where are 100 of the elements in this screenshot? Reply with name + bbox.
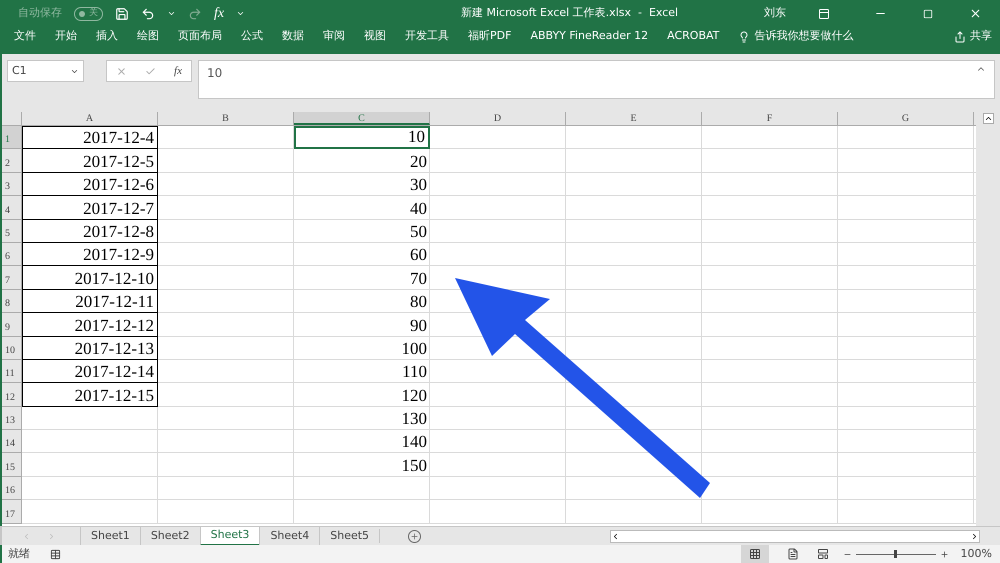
table-cell[interactable]: 2017-12-7 [22,196,158,220]
normal-view-icon[interactable] [748,548,761,560]
row-header[interactable]: 12 [2,383,22,407]
table-cell[interactable]: 110 [294,360,430,382]
close-icon[interactable] [969,7,982,20]
maximize-icon[interactable] [923,8,933,18]
scroll-right-icon[interactable] [970,532,979,540]
table-cell[interactable]: 20 [294,149,430,172]
table-cell[interactable]: 60 [294,242,430,266]
table-cell[interactable]: 40 [294,196,430,219]
row-header[interactable]: 15 [2,453,22,477]
column-header[interactable]: F [702,112,838,125]
ribbon-tab[interactable]: 文件 [14,28,36,45]
table-cell[interactable]: 2017-12-12 [22,313,158,337]
table-cell[interactable]: 120 [294,383,430,406]
table-cell[interactable]: 10 [294,126,430,150]
autosave-label: 自动保存 [18,5,62,22]
row-header[interactable]: 8 [2,290,22,314]
table-cell[interactable]: 2017-12-14 [22,360,158,384]
table-cell[interactable]: 150 [294,453,430,476]
share-button[interactable]: 共享 [954,28,992,45]
row-header[interactable]: 14 [2,430,22,454]
ribbon-tab[interactable]: 公式 [241,28,263,45]
function-icon[interactable]: fx [214,3,224,24]
page-break-icon[interactable] [816,548,829,560]
column-header[interactable]: G [838,112,974,125]
table-cell[interactable]: 90 [294,313,430,336]
zoom-slider-thumb[interactable] [894,550,898,558]
ribbon-tab[interactable]: 开始 [55,28,77,45]
table-cell[interactable]: 2017-12-8 [22,220,158,243]
undo-icon[interactable] [141,6,155,20]
ribbon-tab[interactable]: 福昕PDF [468,28,512,45]
row-header[interactable]: 11 [2,360,22,384]
scroll-left-icon[interactable] [611,532,620,540]
table-cell[interactable]: 140 [294,430,430,452]
table-cell[interactable]: 2017-12-6 [22,172,158,196]
column-header[interactable]: C [294,112,430,125]
ribbon-tab[interactable]: ABBYY FineReader 12 [530,28,648,45]
insert-function-icon[interactable]: fx [174,62,182,80]
page-layout-icon[interactable] [786,548,799,560]
ribbon-tab[interactable]: ACROBAT [667,28,720,45]
table-cell[interactable]: 50 [294,220,430,242]
table-cell[interactable]: 2017-12-15 [22,383,158,407]
zoom-in-icon[interactable] [940,550,949,558]
status-text: 就绪 [8,546,30,562]
lightbulb-icon [738,30,750,42]
table-cell[interactable]: 2017-12-4 [22,126,158,150]
formula-field[interactable]: 10 [198,60,995,99]
name-box[interactable]: C1 [7,60,84,82]
row-header[interactable]: 4 [2,196,22,220]
toggle-knob-icon [79,10,85,16]
vertical-scrollbar[interactable] [976,112,1000,526]
caret-icon[interactable] [167,9,176,18]
column-header[interactable]: A [22,112,158,125]
table-cell[interactable]: 100 [294,336,430,359]
row-header[interactable]: 1 [2,126,22,150]
ribbon-tab[interactable]: 页面布局 [178,28,222,45]
formula-value: 10 [207,65,222,82]
table-cell[interactable]: 2017-12-10 [22,266,158,290]
table-cell[interactable]: 80 [294,290,430,312]
horizontal-scrollbar[interactable] [610,530,980,542]
share-icon [954,30,966,42]
table-cell[interactable]: 30 [294,172,430,196]
row-header[interactable]: 6 [2,242,22,266]
plus-icon [410,532,420,540]
row-header[interactable]: 9 [2,313,22,337]
row-header[interactable]: 2 [2,149,22,173]
row-header[interactable]: 13 [2,406,22,430]
scroll-up-icon[interactable] [982,113,994,124]
window-title: 新建 Microsoft Excel 工作表.xlsx - Excel [461,5,678,22]
row-header[interactable]: 17 [2,500,22,524]
row-header[interactable]: 3 [2,172,22,196]
table-cell[interactable]: 2017-12-13 [22,336,158,360]
ribbon-display-icon[interactable] [818,8,830,20]
macro-record-icon[interactable] [50,548,61,560]
column-header[interactable]: E [566,112,702,125]
row-header[interactable]: 7 [2,266,22,290]
ribbon-tab[interactable]: 数据 [282,28,304,45]
ribbon-tab[interactable]: 绘图 [137,28,159,45]
tell-me-search[interactable]: 告诉我你想要做什么 [738,28,854,45]
save-icon[interactable] [115,6,129,20]
table-cell[interactable]: 130 [294,406,430,430]
table-cell[interactable]: 2017-12-5 [22,149,158,173]
sheet-tab[interactable]: Sheet3 [200,526,260,546]
ribbon-tab[interactable]: 视图 [364,28,386,45]
table-cell[interactable]: 2017-12-9 [22,242,158,266]
ribbon-tab[interactable]: 审阅 [323,28,345,45]
table-cell[interactable]: 2017-12-11 [22,290,158,314]
column-header[interactable]: D [430,112,566,125]
row-header[interactable]: 10 [2,336,22,360]
cell-reference: C1 [12,62,27,79]
row-header[interactable]: 16 [2,476,22,500]
zoom-level[interactable]: 100% [960,546,992,562]
customize-icon[interactable] [236,9,246,18]
user-name[interactable]: 刘东 [764,5,786,22]
ribbon-tab[interactable]: 插入 [96,28,118,45]
table-cell[interactable]: 70 [294,266,430,289]
row-header[interactable]: 5 [2,220,22,243]
ribbon-tab[interactable]: 开发工具 [405,28,449,45]
add-sheet-button[interactable] [408,530,422,542]
